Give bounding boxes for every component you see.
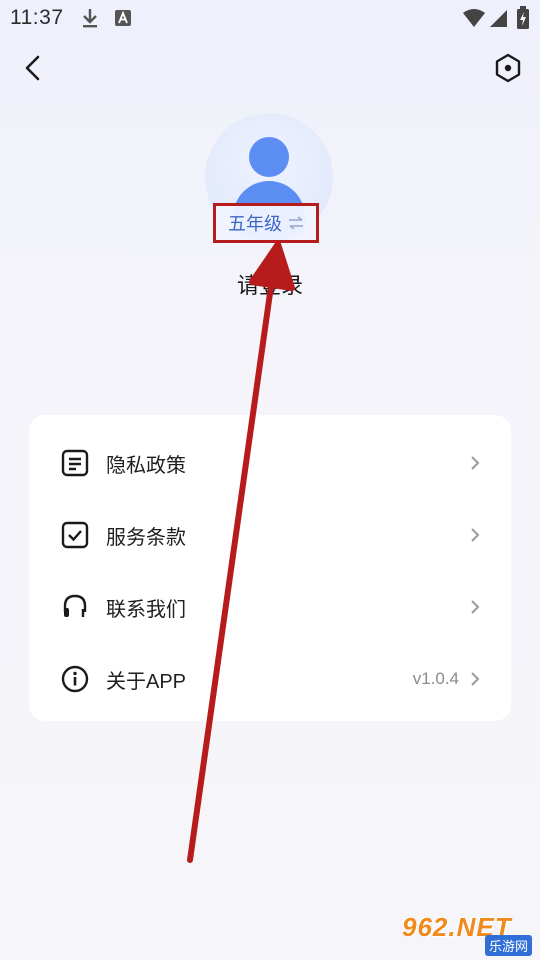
checkbox-icon <box>61 521 89 549</box>
avatar-head <box>249 137 289 177</box>
swap-arrows-icon <box>289 216 303 230</box>
grade-switch-button[interactable]: 五年级 <box>213 203 319 243</box>
document-icon <box>61 449 89 477</box>
chevron-right-icon <box>471 672 480 686</box>
wifi-icon <box>463 9 485 27</box>
menu-item-label: 联系我们 <box>106 598 186 621</box>
login-prompt[interactable]: 请登录 <box>0 268 540 300</box>
menu-item-label: 服务条款 <box>106 526 186 549</box>
menu-item-terms-of-service[interactable]: 服务条款 <box>29 499 511 571</box>
battery-icon <box>517 6 529 29</box>
status-time: 11:37 <box>10 6 64 29</box>
menu-item-contact-us[interactable]: 联系我们 <box>29 571 511 643</box>
download-icon <box>83 9 97 28</box>
signal-icon <box>490 10 507 27</box>
chevron-right-icon <box>471 528 480 542</box>
chevron-right-icon <box>471 456 480 470</box>
watermark-logo: 962.NET 乐游网 <box>402 912 536 956</box>
status-bar: 11:37 <box>0 0 540 38</box>
menu-item-label: 隐私政策 <box>106 454 186 477</box>
app-version: v1.0.4 <box>412 669 459 688</box>
menu-card: 隐私政策 服务条款 联系我们 关于APP v1.0.4 <box>29 415 511 721</box>
grade-label: 五年级 <box>228 214 282 234</box>
menu-item-about-app[interactable]: 关于APP v1.0.4 <box>29 643 511 715</box>
menu-item-label: 关于APP <box>106 670 187 693</box>
back-button[interactable] <box>18 52 50 84</box>
headset-icon <box>63 594 87 617</box>
chevron-right-icon <box>471 600 480 614</box>
info-icon <box>61 665 89 693</box>
accessibility-a-icon <box>115 10 131 26</box>
watermark-sub: 乐游网 <box>484 935 532 956</box>
settings-button[interactable] <box>492 52 524 84</box>
menu-item-privacy-policy[interactable]: 隐私政策 <box>29 427 511 499</box>
